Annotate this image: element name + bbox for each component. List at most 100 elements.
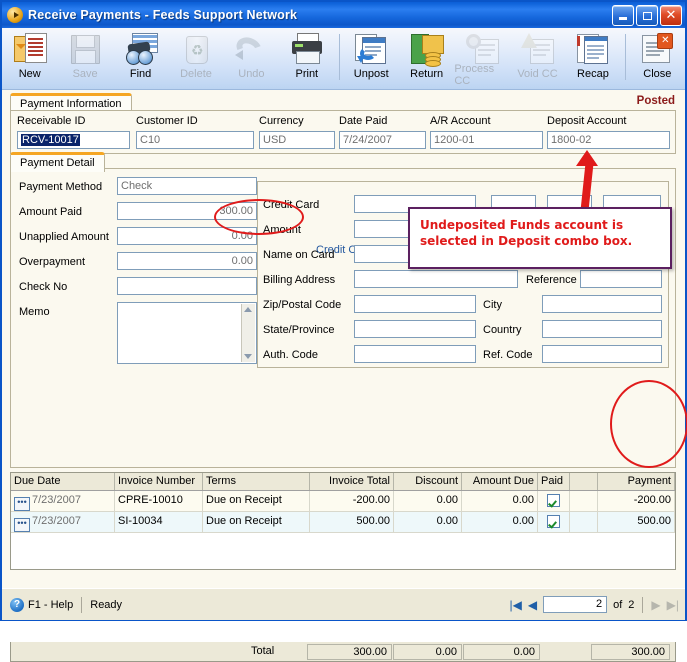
toolbar-button-print[interactable]: Print [279, 31, 334, 87]
status-divider [81, 596, 83, 613]
table-row[interactable]: ••• 7/23/2007 SI-10034 Due on Receipt 500… [11, 512, 675, 533]
maximize-button[interactable] [636, 5, 658, 26]
grid-header-blank[interactable] [570, 473, 598, 490]
previous-record-icon[interactable]: ◀ [528, 599, 537, 611]
toolbar-label-delete: Delete [180, 68, 212, 80]
cell-due-date[interactable]: ••• 7/23/2007 [11, 491, 115, 511]
label-currency: Currency [259, 115, 304, 127]
input-customer-id[interactable]: C10 [136, 131, 254, 149]
input-deposit-account[interactable]: 1800-02 [547, 131, 670, 149]
cell-invoice-number[interactable]: SI-10034 [115, 512, 203, 532]
close-window-icon: ✕ [640, 33, 674, 65]
grid-header-paid[interactable]: Paid [538, 473, 570, 490]
toolbar-button-process-cc[interactable]: Process CC [454, 31, 509, 87]
label-date-paid: Date Paid [339, 115, 388, 127]
input-check-no[interactable] [117, 277, 257, 295]
header-fields-panel: Receivable ID Customer ID Currency Date … [10, 110, 676, 154]
input-date-paid[interactable]: 7/24/2007 [339, 131, 426, 149]
input-reference[interactable] [580, 270, 662, 288]
input-payment-method[interactable]: Check [117, 177, 257, 195]
help-hint[interactable]: ? F1 - Help [10, 597, 73, 612]
label-amount-paid: Amount Paid [19, 206, 82, 218]
label-city: City [483, 299, 502, 311]
input-receivable-id[interactable]: RCV-10017 [17, 131, 130, 149]
cell-terms[interactable]: Due on Receipt [203, 491, 310, 511]
input-overpayment[interactable]: 0.00 [117, 252, 257, 270]
cell-payment[interactable]: -200.00 [598, 491, 675, 511]
memo-scrollbar[interactable] [241, 304, 255, 362]
toolbar-button-recap[interactable]: Recap [565, 31, 620, 87]
cell-amount-due[interactable]: 0.00 [462, 512, 538, 532]
grid-header-discount[interactable]: Discount [394, 473, 462, 490]
tab-payment-detail[interactable]: Payment Detail [10, 152, 105, 172]
toolbar-separator [338, 34, 340, 80]
totals-amount-due: 0.00 [463, 644, 540, 660]
cell-invoice-total[interactable]: 500.00 [310, 512, 394, 532]
input-unapplied-amount[interactable]: 0.00 [117, 227, 257, 245]
cell-paid[interactable] [538, 512, 570, 532]
row-selector-icon[interactable]: ••• [14, 497, 30, 511]
input-currency[interactable]: USD [259, 131, 335, 149]
toolbar-button-unpost[interactable]: Unpost [344, 31, 399, 87]
toolbar-button-undo[interactable]: Undo [224, 31, 279, 87]
input-ar-account[interactable]: 1200-01 [430, 131, 543, 149]
grid-header-invoice-total[interactable]: Invoice Total [310, 473, 394, 490]
cell-invoice-total[interactable]: -200.00 [310, 491, 394, 511]
grid-header-payment[interactable]: Payment [598, 473, 675, 490]
cell-paid[interactable] [538, 491, 570, 511]
input-city[interactable] [542, 295, 662, 313]
input-country[interactable] [542, 320, 662, 338]
callout-line-1: Undeposited Funds account is [420, 218, 624, 232]
totals-discount: 0.00 [393, 644, 462, 660]
input-ref-code[interactable] [542, 345, 662, 363]
toolbar-button-delete[interactable]: ♻ Delete [168, 31, 223, 87]
toolbar-label-undo: Undo [238, 68, 265, 80]
cell-terms[interactable]: Due on Receipt [203, 512, 310, 532]
input-amount-paid[interactable]: 300.00 [117, 202, 257, 220]
last-record-icon[interactable]: ▶| [667, 599, 679, 611]
cell-payment[interactable]: 500.00 [598, 512, 675, 532]
row-selector-icon[interactable]: ••• [14, 518, 30, 532]
record-navigator: |◀ ◀ 2 of 2 ▶ ▶| [510, 596, 679, 613]
minimize-button[interactable] [612, 5, 634, 26]
grid-header-due-date[interactable]: Due Date [11, 473, 115, 490]
cell-invoice-number[interactable]: CPRE-10010 [115, 491, 203, 511]
input-auth-code[interactable] [354, 345, 476, 363]
input-state-province[interactable] [354, 320, 476, 338]
void-cc-warning-icon [520, 33, 555, 65]
toolbar: New Save Find ♻ Delete Undo Print Unpost… [2, 28, 685, 90]
application-window: Receive Payments - Feeds Support Network… [0, 0, 687, 662]
paid-checkbox[interactable] [547, 494, 560, 507]
next-record-icon[interactable]: ▶ [651, 599, 660, 611]
input-zip-postal-code[interactable] [354, 295, 476, 313]
status-state: Ready [90, 598, 123, 611]
toolbar-button-close[interactable]: ✕ Close [630, 31, 685, 87]
toolbar-button-void-cc[interactable]: Void CC [510, 31, 565, 87]
cell-amount-due[interactable]: 0.00 [462, 491, 538, 511]
toolbar-label-return: Return [410, 68, 444, 80]
grid-header-amount-due[interactable]: Amount Due [462, 473, 538, 490]
app-icon [7, 7, 23, 23]
grid-header-terms[interactable]: Terms [203, 473, 310, 490]
input-memo[interactable] [117, 302, 257, 364]
toolbar-button-new[interactable]: New [2, 31, 57, 87]
first-record-icon[interactable]: |◀ [510, 599, 522, 611]
grid-header-invoice-number[interactable]: Invoice Number [115, 473, 203, 490]
toolbar-button-save[interactable]: Save [57, 31, 112, 87]
toolbar-label-find: Find [129, 68, 152, 80]
cell-blank[interactable] [570, 512, 598, 532]
label-ar-account: A/R Account [430, 115, 491, 127]
cell-due-date[interactable]: ••• 7/23/2007 [11, 512, 115, 532]
cell-discount[interactable]: 0.00 [394, 512, 462, 532]
cell-discount[interactable]: 0.00 [394, 491, 462, 511]
close-button[interactable]: ✕ [660, 5, 682, 26]
toolbar-button-return[interactable]: Return [399, 31, 454, 87]
title-bar: Receive Payments - Feeds Support Network… [2, 2, 685, 28]
label-unapplied-amount: Unapplied Amount [19, 231, 109, 243]
input-billing-address[interactable] [354, 270, 518, 288]
paid-checkbox[interactable] [547, 515, 560, 528]
toolbar-button-find[interactable]: Find [113, 31, 168, 87]
record-number-input[interactable]: 2 [543, 596, 608, 613]
cell-blank[interactable] [570, 491, 598, 511]
table-row[interactable]: ••• 7/23/2007 CPRE-10010 Due on Receipt -… [11, 491, 675, 512]
